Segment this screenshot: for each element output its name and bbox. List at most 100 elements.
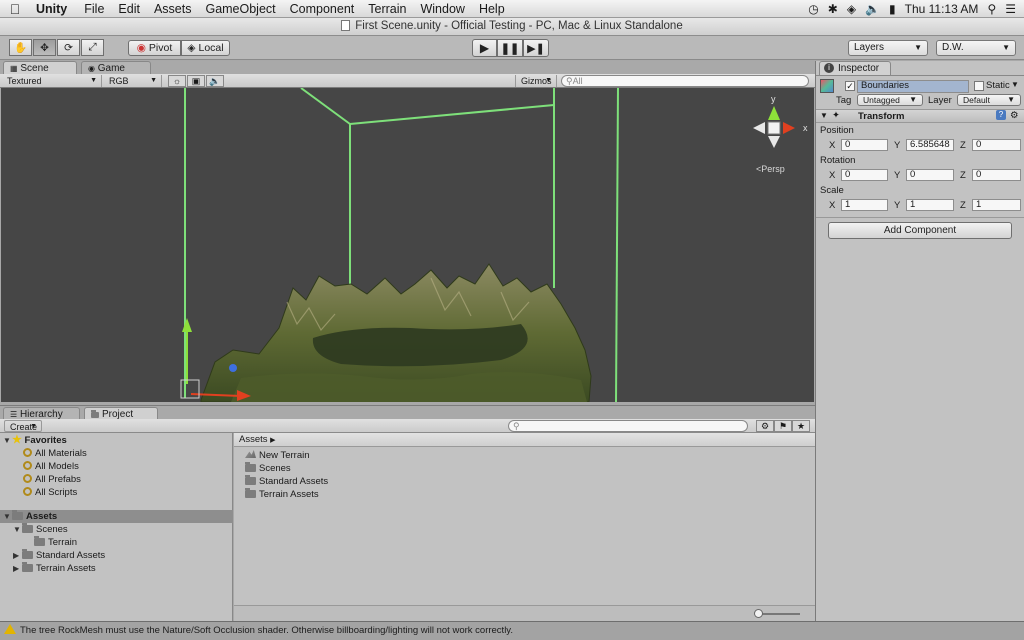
menu-app-name[interactable]: Unity xyxy=(30,2,77,16)
chevron-down-icon: ▼ xyxy=(914,43,922,52)
scene-audio-toggle[interactable]: 🔈 xyxy=(206,75,224,87)
position-label: Position xyxy=(820,125,854,136)
tree-folder-standard-assets[interactable]: ▶ Standard Assets xyxy=(13,549,105,562)
terrain-mesh[interactable] xyxy=(200,263,592,402)
search-by-type-button[interactable]: ⚙ xyxy=(756,420,774,432)
star-icon: ★ xyxy=(12,434,22,446)
menu-assets[interactable]: Assets xyxy=(147,2,199,16)
clock[interactable]: Thu 11:13 AM xyxy=(905,2,979,16)
static-checkbox[interactable] xyxy=(974,81,984,91)
tab-game[interactable]: ◉ Game xyxy=(81,61,151,74)
tree-folder-scenes[interactable]: ▼ Scenes xyxy=(13,523,68,536)
chevron-down-icon[interactable]: ▼ xyxy=(1011,80,1019,89)
help-icon[interactable]: ? xyxy=(996,110,1006,120)
active-checkbox[interactable]: ✓ xyxy=(845,81,855,91)
volume-icon[interactable]: 🔈 xyxy=(865,2,880,16)
asset-item-new-terrain[interactable]: New Terrain xyxy=(245,449,310,462)
chevron-down-icon: ▼ xyxy=(545,77,552,84)
spotlight-icon[interactable]: ⚲ xyxy=(987,2,996,16)
play-button[interactable]: ▶ xyxy=(472,39,497,57)
pause-button[interactable]: ❚❚ xyxy=(497,39,523,57)
tree-favorite-item[interactable]: All Scripts xyxy=(23,486,77,499)
tree-favorites[interactable]: ▼★ Favorites xyxy=(3,434,67,447)
rotation-x-field[interactable]: 0 xyxy=(841,169,888,181)
favorite-button[interactable]: ★ xyxy=(792,420,810,432)
wifi-icon[interactable]: ◈ xyxy=(847,2,856,16)
perspective-label[interactable]: <Persp xyxy=(756,164,785,174)
add-component-button[interactable]: Add Component xyxy=(828,222,1012,239)
scale-z-field[interactable]: 1 xyxy=(972,199,1021,211)
chevron-right-icon[interactable]: ▶ xyxy=(13,549,22,562)
layers-dropdown[interactable]: Layers ▼ xyxy=(848,40,928,56)
object-name-field[interactable]: Boundaries xyxy=(857,80,969,93)
chevron-down-icon[interactable]: ▼ xyxy=(3,510,12,523)
rotation-z-field[interactable]: 0 xyxy=(972,169,1021,181)
gear-icon[interactable]: ⚙ xyxy=(1010,110,1019,121)
scale-y-field[interactable]: 1 xyxy=(906,199,954,211)
gizmos-dropdown[interactable]: Gizmos ▼ xyxy=(515,75,557,87)
search-by-label-button[interactable]: ⚑ xyxy=(774,420,792,432)
step-button[interactable]: ▶❚ xyxy=(523,39,549,57)
chevron-down-icon[interactable]: ▼ xyxy=(13,523,22,536)
scene-viewport[interactable]: y x <Persp xyxy=(1,88,814,402)
asset-item-terrain-assets[interactable]: Terrain Assets xyxy=(245,488,319,501)
transform-icon: ✦ xyxy=(832,110,840,121)
pivot-toggle[interactable]: ◉ Pivot xyxy=(128,40,181,56)
menu-gameobject[interactable]: GameObject xyxy=(198,2,282,16)
apple-icon[interactable]:  xyxy=(0,1,30,17)
menu-component[interactable]: Component xyxy=(283,2,362,16)
rotation-y-field[interactable]: 0 xyxy=(906,169,954,181)
tab-inspector[interactable]: i Inspector xyxy=(819,61,891,75)
position-y-field[interactable]: 6.585648 xyxy=(906,139,954,151)
hand-tool-button[interactable]: ✋ xyxy=(9,39,32,56)
status-bar[interactable]: The tree RockMesh must use the Nature/So… xyxy=(0,621,1024,640)
tree-favorite-item[interactable]: All Models xyxy=(23,460,79,473)
static-label: Static xyxy=(986,80,1010,91)
tree-folder-terrain-assets[interactable]: ▶ Terrain Assets xyxy=(13,562,96,575)
tab-scene[interactable]: ▦ Scene xyxy=(3,61,77,74)
tree-assets-root[interactable]: ▼ Assets xyxy=(0,510,233,523)
project-search-input[interactable]: ⚲ xyxy=(508,420,748,432)
local-toggle[interactable]: ◈ Local xyxy=(181,40,230,56)
position-z-field[interactable]: 0 xyxy=(972,139,1021,151)
menu-terrain[interactable]: Terrain xyxy=(361,2,413,16)
chevron-down-icon[interactable]: ▼ xyxy=(3,434,12,447)
menu-file[interactable]: File xyxy=(77,2,111,16)
document-icon xyxy=(341,20,351,31)
asset-item-standard-assets[interactable]: Standard Assets xyxy=(245,475,328,488)
scale-tool-button[interactable]: ⤢ xyxy=(81,39,104,56)
bluetooth-icon[interactable]: ✱ xyxy=(828,2,838,16)
position-x-field[interactable]: 0 xyxy=(841,139,888,151)
notification-icon[interactable]: ☰ xyxy=(1005,2,1016,16)
scale-x-field[interactable]: 1 xyxy=(841,199,888,211)
scene-canvas[interactable]: y x xyxy=(1,88,814,402)
breadcrumb-assets[interactable]: Assets xyxy=(239,434,268,445)
tree-favorite-item[interactable]: All Materials xyxy=(23,447,87,460)
layer-dropdown[interactable]: Default ▼ xyxy=(957,94,1021,106)
battery-icon[interactable]: ▮ xyxy=(889,2,896,16)
rotate-tool-button[interactable]: ⟳ xyxy=(57,39,80,56)
tag-dropdown[interactable]: Untagged ▼ xyxy=(857,94,923,106)
tree-favorite-item[interactable]: All Prefabs xyxy=(23,473,81,486)
chevron-right-icon[interactable]: ▶ xyxy=(13,562,22,575)
asset-item-scenes[interactable]: Scenes xyxy=(245,462,291,475)
favorite-item-label: All Materials xyxy=(35,448,87,459)
color-mode-dropdown[interactable]: RGB ▼ xyxy=(104,75,162,87)
scene-fx-toggle[interactable]: ▣ xyxy=(187,75,205,87)
layer-value: Default xyxy=(963,95,990,105)
menu-help[interactable]: Help xyxy=(472,2,512,16)
transform-header[interactable]: ▼ ✦ Transform ? ⚙ xyxy=(816,109,1024,123)
menu-edit[interactable]: Edit xyxy=(111,2,147,16)
zoom-slider-handle[interactable] xyxy=(754,609,763,618)
menu-window[interactable]: Window xyxy=(413,2,471,16)
render-mode-dropdown[interactable]: Textured ▼ xyxy=(2,75,102,87)
scene-search-input[interactable]: ⚲All xyxy=(561,75,809,87)
time-machine-icon[interactable]: ◷ xyxy=(808,2,818,16)
layout-dropdown[interactable]: D.W. ▼ xyxy=(936,40,1016,56)
chevron-down-icon[interactable]: ▼ xyxy=(820,111,828,120)
orientation-gizmo[interactable] xyxy=(753,106,795,148)
scene-lighting-toggle[interactable]: ☼ xyxy=(168,75,186,87)
move-tool-button[interactable]: ✥ xyxy=(33,39,56,56)
create-dropdown[interactable]: Create ▼ xyxy=(4,420,42,432)
tree-folder-terrain[interactable]: Terrain xyxy=(34,536,77,549)
